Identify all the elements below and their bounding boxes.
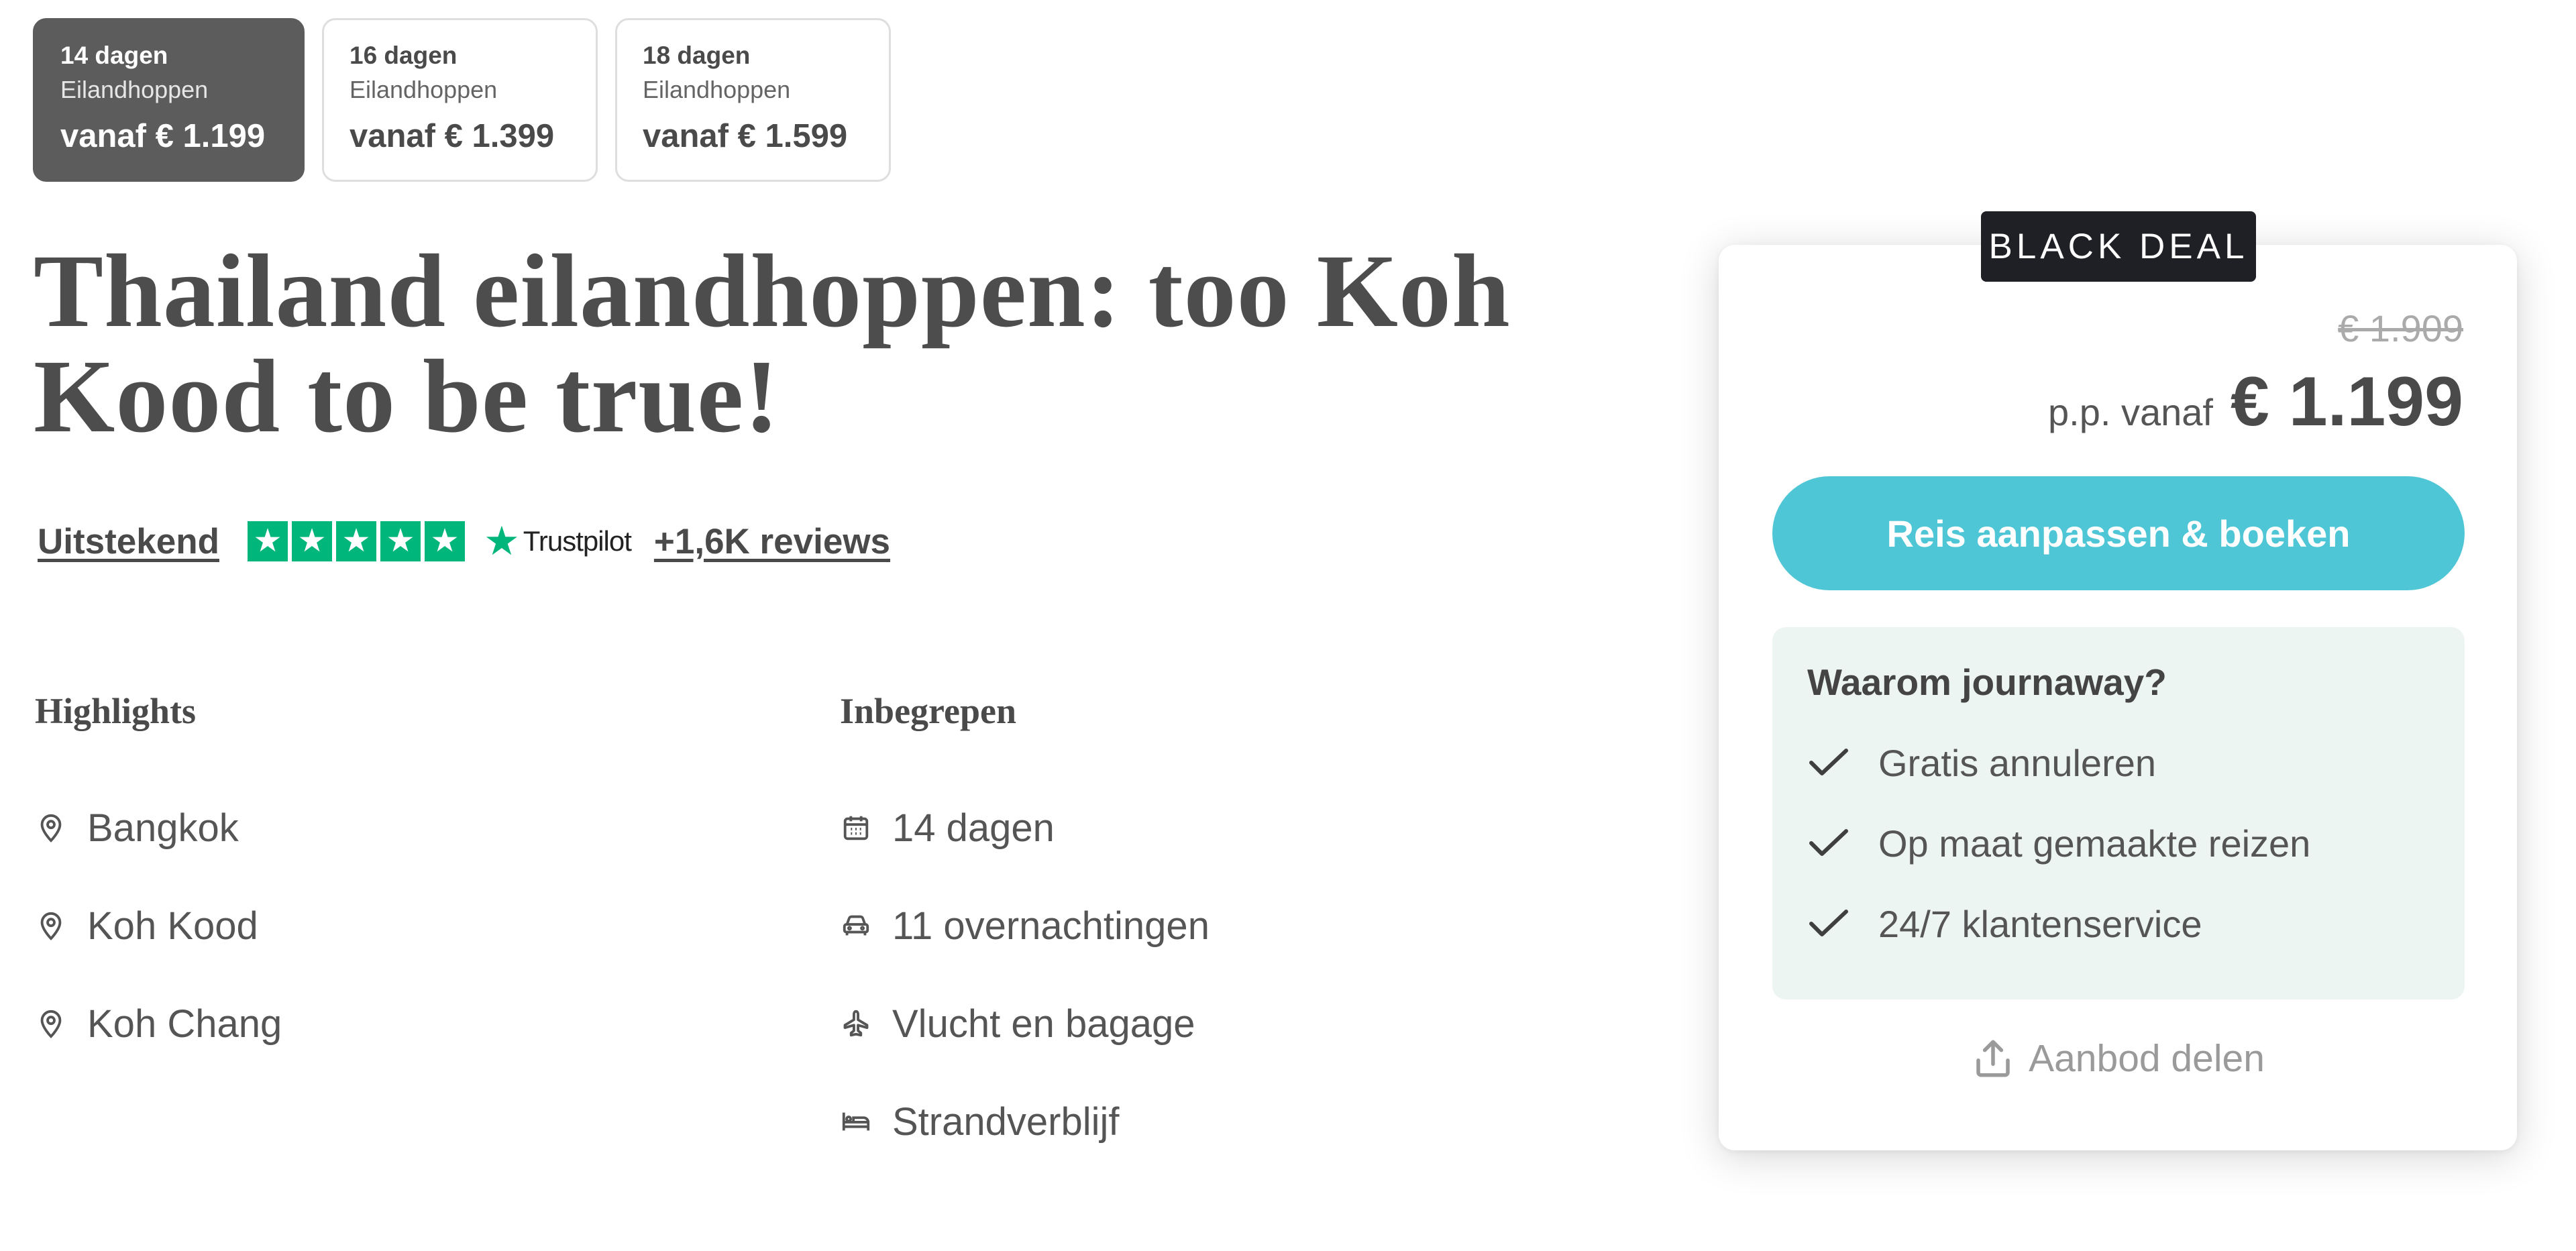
book-button[interactable]: Reis aanpassen & boeken [1772, 476, 2465, 590]
benefit-label: Op maat gemaakte reizen [1878, 822, 2311, 865]
calendar-icon [840, 812, 872, 844]
star-icon: ★ [424, 521, 465, 561]
why-title: Waarom journaway? [1807, 661, 2167, 703]
highlight-item: Bangkok [35, 779, 282, 877]
duration-options: 14 dagen Eilandhoppen vanaf € 1.199 16 d… [33, 18, 891, 182]
current-price: € 1.199 [2231, 363, 2463, 441]
included-item: Vlucht en bagage [840, 975, 1210, 1073]
included-label: 14 dagen [892, 806, 1055, 850]
reviews-link[interactable]: +1,6K reviews [654, 521, 890, 562]
benefit-label: Gratis annuleren [1878, 741, 2157, 784]
share-icon [1976, 1040, 2010, 1077]
option-14-days[interactable]: 14 dagen Eilandhoppen vanaf € 1.199 [33, 18, 305, 182]
share-label: Aanbod delen [2029, 1037, 2265, 1080]
option-days: 16 dagen [350, 42, 458, 69]
benefit-item: Gratis annuleren [1807, 722, 2430, 803]
highlight-item: Koh Kood [35, 877, 282, 975]
benefit-label: 24/7 klantenservice [1878, 902, 2202, 945]
highlight-label: Bangkok [87, 806, 239, 850]
page-title: Thailand eilandhoppen: too Koh Kood to b… [34, 233, 1511, 454]
option-days: 14 dagen [60, 42, 168, 69]
option-type: Eilandhoppen [643, 76, 791, 103]
included-item: Strandverblijf [840, 1073, 1210, 1171]
included-section: Inbegrepen 14 dagen 11 overnachtingen Vl… [840, 681, 1210, 1171]
option-type: Eilandhoppen [60, 76, 209, 103]
price-prefix: p.p. vanaf [2048, 391, 2213, 433]
highlight-label: Koh Chang [87, 1001, 282, 1046]
car-icon [840, 910, 872, 942]
check-icon [1809, 829, 1848, 856]
share-button[interactable]: Aanbod delen [1719, 1036, 2517, 1081]
trustpilot-name: Trustpilot [523, 525, 632, 557]
old-price: € 1.909 [2338, 307, 2463, 349]
highlight-label: Koh Kood [87, 904, 258, 948]
check-icon [1809, 910, 1848, 936]
option-18-days[interactable]: 18 dagen Eilandhoppen vanaf € 1.599 [615, 18, 891, 182]
check-icon [1809, 749, 1848, 775]
option-type: Eilandhoppen [350, 76, 498, 103]
included-heading: Inbegrepen [840, 691, 1017, 731]
included-item: 11 overnachtingen [840, 877, 1210, 975]
highlight-item: Koh Chang [35, 975, 282, 1073]
option-price: vanaf € 1.599 [643, 118, 848, 154]
included-label: Strandverblijf [892, 1099, 1120, 1144]
star-icon: ★ [247, 521, 288, 561]
star-icon: ★ [335, 521, 376, 561]
black-deal-badge: BLACK DEAL [1981, 211, 2256, 282]
map-pin-icon [35, 910, 67, 942]
rating-stars: ★ ★ ★ ★ ★ [247, 521, 465, 561]
trustpilot-logo: ★ Trustpilot [483, 518, 632, 565]
price-row: p.p. vanaf € 1.199 [2048, 362, 2463, 442]
highlights-heading: Highlights [35, 691, 197, 731]
benefit-item: Op maat gemaakte reizen [1807, 803, 2430, 883]
option-price: vanaf € 1.199 [60, 118, 266, 154]
benefit-item: 24/7 klantenservice [1807, 883, 2430, 964]
highlights-section: Highlights Bangkok Koh Kood Koh Chang [35, 681, 282, 1073]
included-item: 14 dagen [840, 779, 1210, 877]
trustpilot-star-icon: ★ [483, 519, 520, 563]
rating-label-link[interactable]: Uitstekend [38, 521, 219, 562]
rating-bar: Uitstekend ★ ★ ★ ★ ★ ★ Trustpilot +1,6K … [38, 511, 890, 572]
why-journaway-box: Waarom journaway? Gratis annuleren Op ma… [1772, 627, 2465, 999]
plane-icon [840, 1008, 872, 1040]
option-price: vanaf € 1.399 [350, 118, 555, 154]
option-16-days[interactable]: 16 dagen Eilandhoppen vanaf € 1.399 [322, 18, 598, 182]
star-icon: ★ [380, 521, 421, 561]
map-pin-icon [35, 1008, 67, 1040]
option-days: 18 dagen [643, 42, 751, 69]
star-icon: ★ [291, 521, 332, 561]
map-pin-icon [35, 812, 67, 844]
bed-icon [840, 1105, 872, 1138]
included-label: 11 overnachtingen [892, 904, 1210, 948]
booking-card: BLACK DEAL € 1.909 p.p. vanaf € 1.199 Re… [1719, 211, 2517, 1150]
included-label: Vlucht en bagage [892, 1001, 1195, 1046]
